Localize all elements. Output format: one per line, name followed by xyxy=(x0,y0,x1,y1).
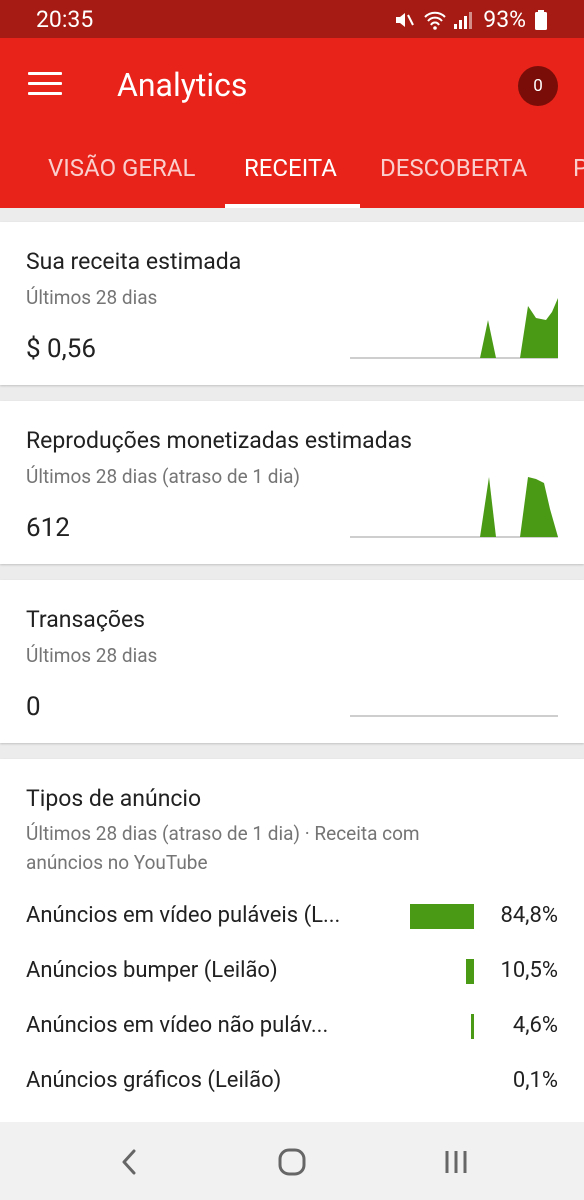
card-value: 612 xyxy=(26,513,70,543)
card-period: Últimos 28 dias xyxy=(26,644,158,667)
card-title: Transações xyxy=(26,606,146,633)
ad-type-percent: 10,5% xyxy=(500,958,558,983)
system-nav-bar xyxy=(0,1122,584,1200)
card-period: Últimos 28 dias xyxy=(26,286,158,309)
signal-icon xyxy=(453,9,475,31)
ad-type-label: Anúncios gráficos (Leilão) xyxy=(26,1068,282,1093)
ad-type-row[interactable]: Anúncios bumper (Leilão) 10,5% xyxy=(26,952,558,992)
playbacks-card[interactable]: Reproduções monetizadas estimadas Último… xyxy=(0,401,584,564)
mute-icon xyxy=(393,9,415,31)
ad-type-percent: 4,6% xyxy=(512,1013,558,1038)
ad-type-row[interactable]: Anúncios gráficos (Leilão) 0,1% xyxy=(26,1062,558,1102)
transactions-sparkline xyxy=(350,715,558,717)
tab-revenue[interactable]: RECEITA xyxy=(244,154,337,182)
ad-type-bar xyxy=(410,904,474,929)
card-title: Sua receita estimada xyxy=(26,248,242,275)
card-value: 0 xyxy=(26,692,41,722)
ad-type-row[interactable]: Anúncios em vídeo puláveis (L... 84,8% xyxy=(26,897,558,937)
status-bar: 20:35 93% xyxy=(0,0,584,38)
back-icon[interactable] xyxy=(110,1142,150,1182)
ad-types-card[interactable]: Tipos de anúncio Últimos 28 dias (atraso… xyxy=(0,759,584,1122)
page-title: Analytics xyxy=(117,66,248,104)
home-icon[interactable] xyxy=(272,1142,312,1182)
card-title: Reproduções monetizadas estimadas xyxy=(26,427,413,454)
revenue-card[interactable]: Sua receita estimada Últimos 28 dias $ 0… xyxy=(0,222,584,385)
ad-type-label: Anúncios em vídeo puláveis (L... xyxy=(26,903,341,928)
transactions-card[interactable]: Transações Últimos 28 dias 0 xyxy=(0,580,584,743)
card-period-2: anúncios no YouTube xyxy=(26,851,208,874)
status-icons: 93% xyxy=(393,6,548,33)
revenue-sparkline xyxy=(350,298,558,359)
ad-type-percent: 0,1% xyxy=(512,1068,558,1093)
ad-type-label: Anúncios em vídeo não puláv... xyxy=(26,1013,329,1038)
tab-partial[interactable]: P xyxy=(573,154,584,182)
battery-icon xyxy=(534,9,548,31)
tab-discovery[interactable]: DESCOBERTA xyxy=(380,154,527,182)
ad-type-row[interactable]: Anúncios em vídeo não puláv... 4,6% xyxy=(26,1007,558,1047)
ad-type-bar xyxy=(471,1014,474,1039)
ad-type-label: Anúncios bumper (Leilão) xyxy=(26,958,278,983)
tab-bar: VISÃO GERAL RECEITA DESCOBERTA P xyxy=(0,148,584,208)
battery-percent: 93% xyxy=(483,6,526,33)
card-title: Tipos de anúncio xyxy=(26,785,202,812)
app-bar: Analytics 0 VISÃO GERAL RECEITA DESCOBER… xyxy=(0,38,584,208)
card-value: $ 0,56 xyxy=(26,334,97,364)
tab-indicator xyxy=(225,204,360,208)
ad-type-percent: 84,8% xyxy=(500,903,558,928)
recents-icon[interactable] xyxy=(436,1142,476,1182)
playbacks-sparkline xyxy=(350,477,558,538)
status-time: 20:35 xyxy=(36,6,94,33)
notification-badge[interactable]: 0 xyxy=(518,66,558,106)
card-period: Últimos 28 dias (atraso de 1 dia) · Rece… xyxy=(26,822,420,845)
tab-overview[interactable]: VISÃO GERAL xyxy=(48,154,195,182)
menu-icon[interactable] xyxy=(28,70,62,98)
wifi-icon xyxy=(423,9,447,31)
ad-type-bar xyxy=(466,959,474,984)
card-period: Últimos 28 dias (atraso de 1 dia) xyxy=(26,465,301,488)
